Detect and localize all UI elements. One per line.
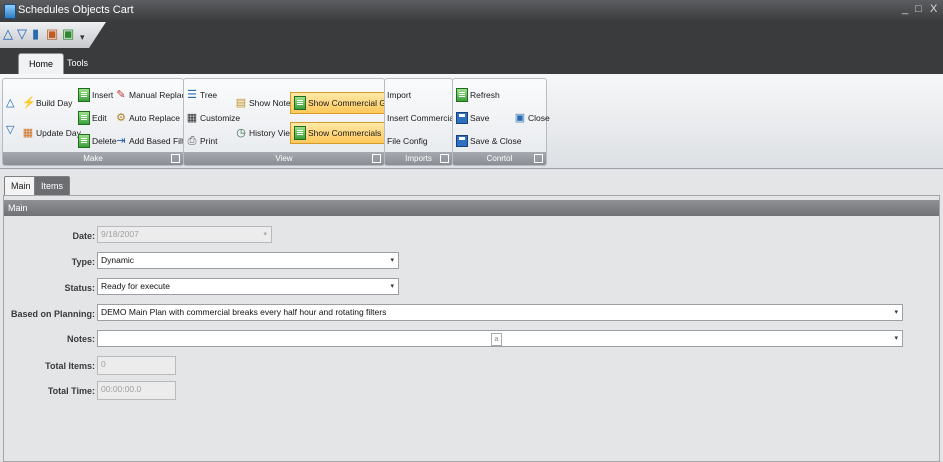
edit-icon [78,111,90,125]
commercial-group-icon [294,96,306,110]
group-make: △ ▽ ⚡ Build Day ▦ Update Day Insert Edit D… [2,78,192,166]
imports-launcher-icon[interactable] [440,154,449,163]
move-down-icon[interactable]: ▽ [17,27,27,41]
tab-tools[interactable]: Tools [57,53,98,73]
date-dropdown-icon: ▾ [263,231,267,238]
view-launcher-icon[interactable] [372,154,381,163]
planning-dropdown-icon: ▾ [894,309,898,316]
save-close-button[interactable]: Save & Close [456,131,522,151]
status-dropdown-icon: ▾ [390,283,394,290]
up-arrow-icon[interactable]: △ [6,96,14,109]
status-value: Ready for execute [101,281,170,291]
save-close-icon [456,135,468,147]
close-icon: ▣ [514,112,526,124]
total-time-label: Total Time: [47,386,95,396]
based-on-planning-value: DEMO Main Plan with commercial breaks ev… [101,307,387,317]
group-control: Refresh Save Save & Close ▣ Close Conrtol [452,78,550,166]
filter-icon: ⇥ [116,135,126,147]
calendar-icon: ▦ [22,127,34,139]
grid-icon: ▦ [186,112,198,124]
update-day-button[interactable]: ▦ Update Day [22,123,81,143]
total-items-field: 0 [97,356,176,375]
notes-label: Notes: [66,334,95,344]
group-label-make: Make [3,152,183,165]
type-value: Dynamic [101,255,135,265]
based-on-planning-label: Based on Planning: [10,309,95,319]
main-panel: Main Date: 9/18/2007 ▾ Type: Dynamic ▾ S… [3,195,940,462]
close-button[interactable]: ▣ Close [514,108,550,128]
group-label-control: Conrtol [453,152,546,165]
save-button[interactable]: Save [456,108,489,128]
notes-icon: ▤ [235,97,247,109]
print-button[interactable]: ⎙ Print [186,131,218,151]
tree-button[interactable]: ☰ Tree [186,85,217,105]
minimize-button[interactable]: _ [902,3,908,15]
ribbon: △ ▽ ⚡ Build Day ▦ Update Day Insert Edit D… [0,74,943,169]
page-icon[interactable]: ▣ [46,27,58,41]
ribbon-tab-row: Home Tools [0,48,943,74]
date-value: 9/18/2007 [101,229,139,239]
insert-icon [78,88,90,102]
group-view: ☰ Tree ▦ Customize ⎙ Print ▤ Show Notes ◷ His… [183,78,407,166]
date-label: Date: [72,231,95,241]
total-items-label: Total Items: [45,361,95,371]
content-area: Main Items Main Date: 9/18/2007 ▾ Type: … [0,170,943,462]
status-label: Status: [64,283,95,293]
printer-icon: ⎙ [187,135,197,147]
make-launcher-icon[interactable] [171,154,180,163]
pin-icon: ✎ [116,89,126,101]
status-select[interactable]: Ready for execute ▾ [97,278,399,295]
notes-dropdown-icon: ▾ [894,335,898,342]
show-notes-button[interactable]: ▤ Show Notes [235,93,295,113]
move-up-icon[interactable]: △ [3,27,13,41]
file-config-button[interactable]: File Config [387,131,428,151]
build-icon[interactable]: ▮ [32,27,39,41]
notes-editor-icon[interactable]: a [491,333,502,346]
add-based-filter-button[interactable]: ⇥ Add Based Filter [115,131,191,151]
type-dropdown-icon: ▾ [390,257,394,264]
based-on-planning-select[interactable]: DEMO Main Plan with commercial breaks ev… [97,304,903,321]
window-title: Schedules Objects Cart [18,4,134,16]
insert-button[interactable]: Insert [78,85,113,105]
tab-items[interactable]: Items [34,176,71,195]
date-field[interactable]: 9/18/2007 ▾ [97,226,272,243]
notes-field[interactable]: a ▾ [97,330,903,347]
tree-icon: ☰ [187,89,197,101]
type-label: Type: [71,257,95,267]
build-day-button[interactable]: ⚡ Build Day [22,93,72,113]
refresh-icon[interactable]: ▣ [62,27,74,41]
customize-qat-icon[interactable]: ▾ [80,30,85,44]
refresh-icon [456,88,468,102]
customize-button[interactable]: ▦ Customize [186,108,240,128]
delete-button[interactable]: Delete [78,131,117,151]
insert-commercials-button[interactable]: Insert Commercials [387,108,460,128]
section-header: Main [4,200,939,216]
auto-replace-button[interactable]: ⚙ Auto Replace [115,108,180,128]
history-view-button[interactable]: ◷ History View [235,123,296,143]
down-arrow-icon[interactable]: ▽ [6,123,14,136]
save-icon [456,112,468,124]
clock-icon: ◷ [236,127,246,139]
delete-icon [78,134,90,148]
group-imports: Import Insert Commercials File Config Im… [384,78,460,166]
tab-main[interactable]: Main [4,176,38,195]
app-icon [4,4,16,19]
refresh-button[interactable]: Refresh [456,85,500,105]
show-commercials-button[interactable]: Show Commercials [290,122,386,144]
restore-button[interactable]: □ [915,3,922,15]
edit-button[interactable]: Edit [78,108,107,128]
commercials-icon [294,126,306,140]
type-select[interactable]: Dynamic ▾ [97,252,399,269]
quick-access-toolbar: △ ▽ ▮ ▣ ▣ ▾ [0,22,943,48]
title-bar: Schedules Objects Cart _ □ X [0,0,943,22]
manual-replace-button[interactable]: ✎ Manual Replace [115,85,190,105]
total-time-field: 00:00:00.0 [97,381,176,400]
control-launcher-icon[interactable] [534,154,543,163]
group-label-view: View [184,152,384,165]
auto-replace-icon: ⚙ [116,112,126,124]
lightning-icon: ⚡ [22,97,36,109]
close-window-button[interactable]: X [930,3,937,15]
import-button[interactable]: Import [387,85,411,105]
